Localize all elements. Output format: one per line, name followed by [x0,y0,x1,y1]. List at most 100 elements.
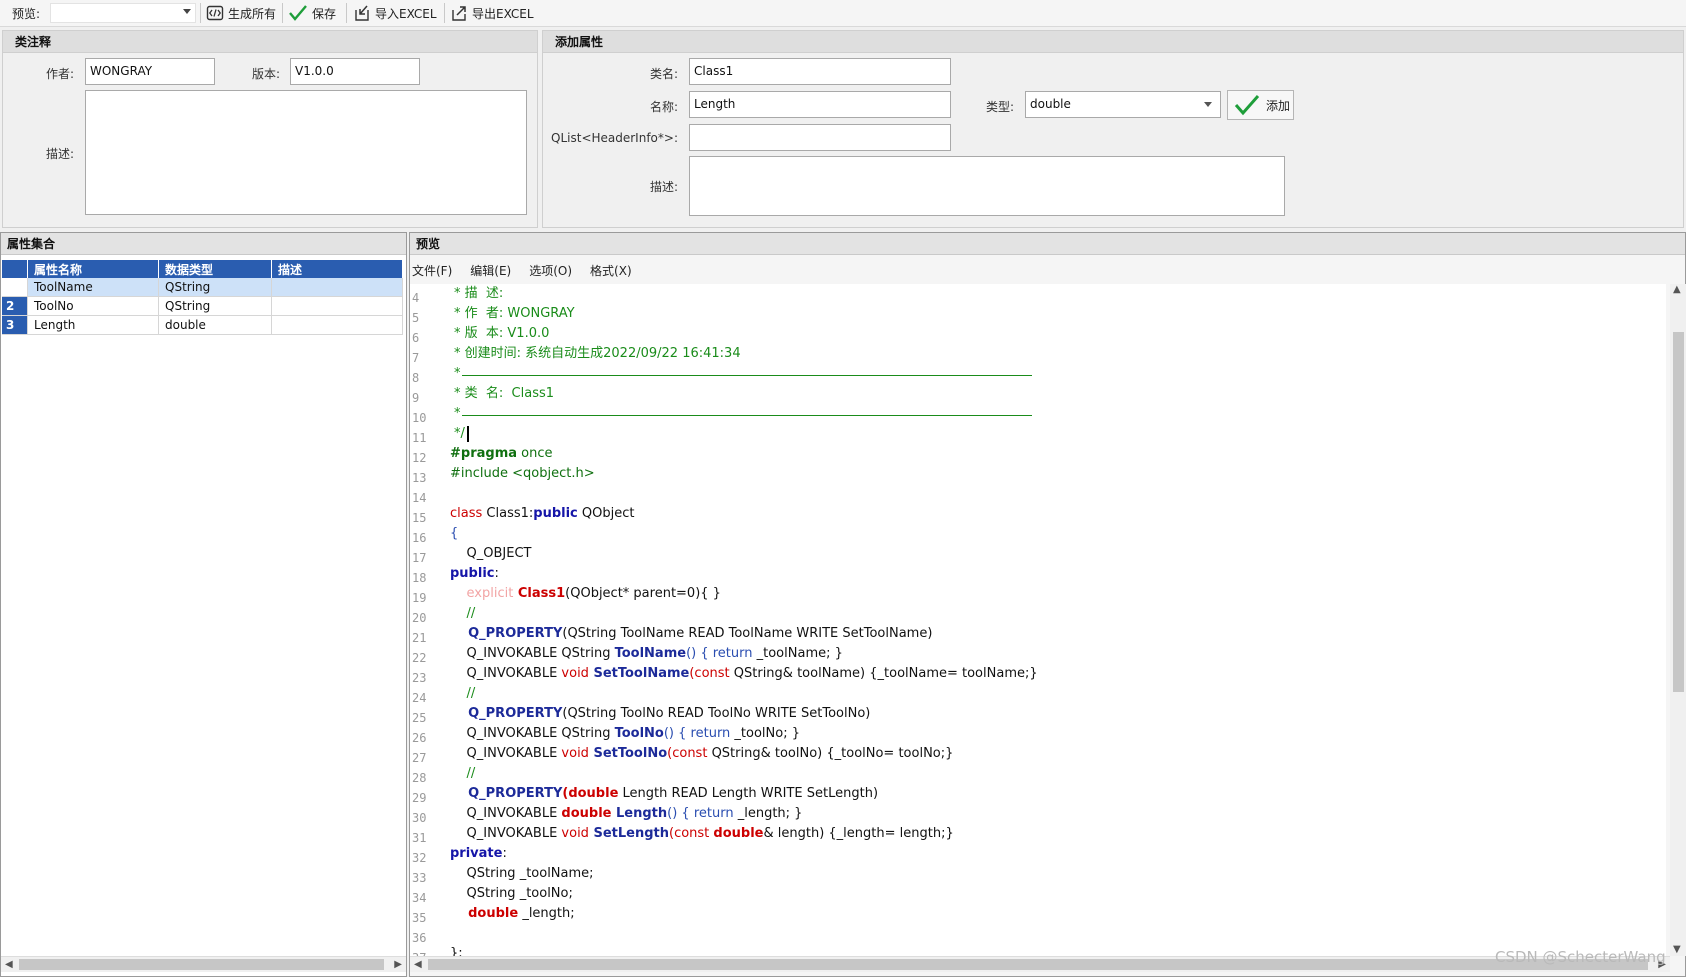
code-hscrollbar[interactable]: ◀ ▶ [410,956,1670,972]
line-number: 21 [412,631,427,645]
row-header[interactable]: 3 [2,315,28,335]
class-comment-title: 类注释 [3,31,537,53]
code-line-16: { [450,526,459,541]
line-number: 9 [412,391,420,405]
author-label: 作者: [45,67,74,81]
cell-desc[interactable] [271,315,403,335]
chevron-down-icon [1204,102,1212,107]
menu-file[interactable]: 文件(F) [412,262,452,282]
table-header-row: 属性名称 数据类型 描述 [2,260,403,278]
version-label: 版本: [251,67,280,81]
code-line-18: public: [450,566,499,581]
code-line-9: * 类 名: Class1 [454,386,555,401]
prop-desc-textarea[interactable] [689,156,1285,216]
scroll-thumb[interactable] [428,959,1648,970]
cell-desc[interactable] [271,278,403,297]
code-line-15: class Class1:public QObject [450,506,635,521]
scroll-thumb[interactable] [1673,332,1684,692]
code-line-23: Q_INVOKABLE void SetToolName(const QStri… [450,666,1038,681]
menu-options[interactable]: 选项(O) [529,262,572,282]
row-header[interactable]: 2 [2,296,28,316]
code-line-4: * 描 述: [454,286,504,301]
line-number: 28 [412,771,427,785]
toolbar-separator [282,3,283,23]
scroll-down-icon[interactable]: ▼ [1673,942,1681,958]
code-line-11: */ [454,424,469,444]
generate-all-button[interactable]: 生成所有 [206,3,276,23]
menu-format[interactable]: 格式(X) [590,262,632,282]
prop-name-field[interactable]: Length [689,91,951,118]
code-line-32: private: [450,846,507,861]
row-header[interactable] [2,278,28,297]
code-line-21: Q_PROPERTY(QString ToolName READ ToolNam… [450,626,933,641]
cell-type[interactable]: double [158,315,272,335]
code-line-17: Q_OBJECT [450,546,532,561]
code-vscrollbar[interactable]: ▲ ▼ [1670,284,1686,956]
export-excel-label: 导出EXCEL [472,6,534,21]
code-line-6: * 版 本: V1.0.0 [454,326,550,341]
qlist-label: QList<HeaderInfo*>: [551,131,678,145]
add-property-button[interactable]: 添加 [1227,90,1294,120]
cell-name[interactable]: ToolName [27,278,159,297]
scroll-left-icon[interactable]: ◀ [5,957,13,973]
line-number: 31 [412,831,427,845]
table-row[interactable]: ToolName QString [2,278,403,297]
line-number: 18 [412,571,427,585]
author-field[interactable]: WONGRAY [85,58,215,85]
property-table-hscrollbar[interactable]: ◀ ▶ [1,956,406,972]
column-header-type[interactable]: 数据类型 [158,260,272,278]
code-line-13: #include <qobject.h> [450,466,595,481]
column-header-desc[interactable]: 描述 [271,260,403,278]
line-number: 17 [412,551,427,565]
preview-select[interactable] [50,3,196,23]
line-number: 13 [412,471,427,485]
scroll-left-icon[interactable]: ◀ [414,957,422,973]
qlist-field[interactable] [689,124,951,151]
line-number: 4 [412,291,420,305]
class-desc-label: 描述: [45,147,74,161]
class-desc-textarea[interactable] [85,90,527,215]
import-icon [355,5,369,21]
cell-name[interactable]: Length [27,315,159,335]
line-number: 37 [412,948,426,956]
line-number: 23 [412,671,427,685]
table-row[interactable]: 3 Length double [2,315,403,335]
scroll-right-icon[interactable]: ▶ [394,957,402,973]
code-line-27: Q_INVOKABLE void SetToolNo(const QString… [450,746,954,761]
line-number: 16 [412,531,427,545]
class-name-field[interactable]: Class1 [689,58,951,85]
cell-name[interactable]: ToolNo [27,296,159,316]
scroll-thumb[interactable] [19,959,384,970]
code-editor[interactable]: 4 5 6 7 8 9 10 11 12 13 14 15 16 17 18 19 20 21 22 23 24 25 26… [410,284,1666,956]
prop-type-label: 类型: [985,100,1014,114]
line-number: 30 [412,811,427,825]
prop-type-select[interactable]: double [1025,91,1221,118]
cell-type[interactable]: QString [158,296,272,316]
version-field[interactable]: V1.0.0 [290,58,420,85]
column-header-name[interactable]: 属性名称 [27,260,159,278]
table-row[interactable]: 2 ToolNo QString [2,296,403,316]
export-excel-button[interactable]: 导出EXCEL [450,3,534,23]
line-number: 32 [412,851,427,865]
cell-desc[interactable] [271,296,403,316]
code-line-35: double _length; [450,906,575,921]
toolbar-separator [444,3,445,23]
cell-type[interactable]: QString [158,278,272,297]
import-excel-label: 导入EXCEL [375,6,437,21]
menu-edit[interactable]: 编辑(E) [470,262,511,282]
property-set-pane: 属性集合 [0,232,407,977]
save-button[interactable]: 保存 [288,3,336,23]
code-line-25: Q_PROPERTY(QString ToolNo READ ToolNo WR… [450,706,871,721]
import-excel-button[interactable]: 导入EXCEL [353,3,437,23]
preview-menubar: 文件(F) 编辑(E) 选项(O) 格式(X) [412,262,632,282]
line-number: 12 [412,451,427,465]
toolbar: 预览: 生成所有 保存 导入EXCEL 导出EXCEL [0,0,1686,27]
property-set-title: 属性集合 [1,233,406,255]
code-line-20: // [450,606,476,621]
line-number-gutter: 4 5 6 7 8 9 10 11 12 13 14 15 16 17 18 19 20 21 22 23 24 25 26… [410,284,448,956]
prop-desc-label: 描述: [649,180,678,194]
scroll-up-icon[interactable]: ▲ [1673,282,1681,298]
property-table: 属性名称 数据类型 描述 ToolName QString 2 ToolNo Q… [2,260,403,335]
line-number: 5 [412,311,420,325]
line-number: 7 [412,351,420,365]
